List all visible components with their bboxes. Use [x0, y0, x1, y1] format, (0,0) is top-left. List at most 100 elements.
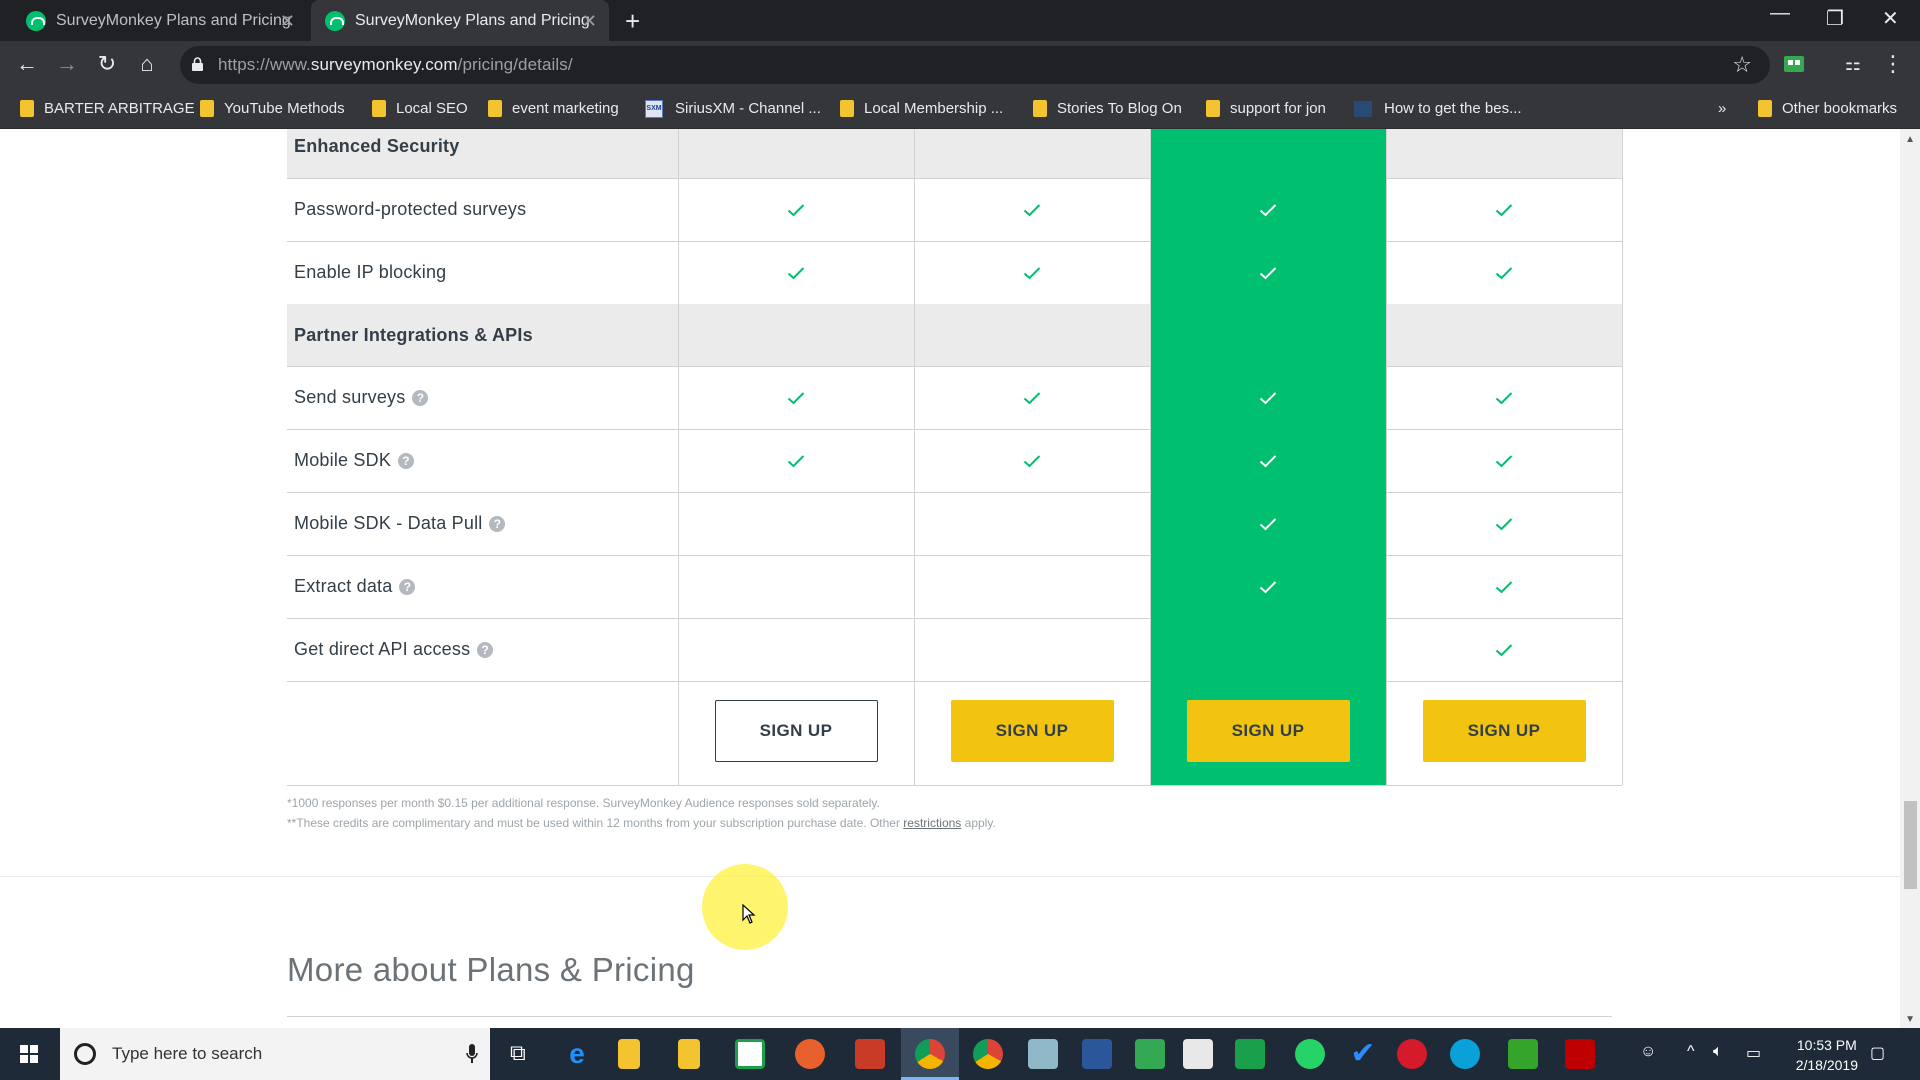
bookmark-item[interactable]: Local Membership ... — [840, 88, 1003, 129]
powerpoint-icon[interactable] — [855, 1039, 885, 1069]
other-bookmarks[interactable]: Other bookmarks — [1758, 88, 1897, 129]
plan-cell — [678, 129, 914, 178]
restrictions-link[interactable]: restrictions — [903, 816, 961, 830]
forward-icon[interactable]: → — [52, 49, 82, 79]
checkmark-icon — [1259, 391, 1277, 404]
scroll-up-icon[interactable]: ▲ — [1905, 134, 1915, 145]
skype-icon[interactable] — [1450, 1039, 1480, 1069]
reload-icon[interactable]: ↻ — [92, 49, 122, 79]
help-icon[interactable]: ? — [489, 515, 506, 532]
bookmark-star-icon[interactable]: ☆ — [1732, 52, 1752, 78]
bookmark-item[interactable]: SXM SiriusXM - Channel ... — [645, 88, 821, 129]
page-scrollbar[interactable]: ▲ ▼ — [1900, 129, 1920, 1028]
browser-tab[interactable]: SurveyMonkey Plans and Pricing ✕ — [12, 0, 307, 41]
checkmark-icon — [787, 454, 805, 467]
plan-cell — [1150, 241, 1386, 304]
folder-app-icon[interactable] — [678, 1039, 700, 1069]
firefox-icon[interactable] — [795, 1039, 825, 1069]
chrome-icon[interactable] — [915, 1039, 945, 1069]
folder-icon — [20, 100, 34, 117]
tray-chevron-icon[interactable]: ^ — [1687, 1043, 1695, 1061]
table-row: Mobile SDK? — [287, 429, 1622, 492]
filezilla-icon[interactable] — [1565, 1039, 1595, 1069]
folder-icon — [200, 100, 214, 117]
plan-cell — [678, 618, 914, 681]
system-clock[interactable]: 10:53 PM 2/18/2019 — [1796, 1035, 1858, 1075]
checkmark-icon — [1495, 643, 1513, 656]
green-app-icon[interactable] — [1135, 1039, 1165, 1069]
new-tab-button[interactable]: + — [625, 6, 640, 37]
column-divider — [1386, 129, 1387, 785]
home-icon[interactable]: ⌂ — [132, 49, 162, 79]
window-close-icon[interactable]: ✕ — [1882, 6, 1899, 31]
plan-cell — [678, 241, 914, 304]
edge-icon[interactable]: e — [562, 1039, 592, 1069]
chrome-icon[interactable] — [973, 1039, 1003, 1069]
signup-button[interactable]: SIGN UP — [1422, 700, 1586, 762]
plan-cell — [1150, 178, 1386, 241]
dreamweaver-icon[interactable] — [1508, 1039, 1538, 1069]
tab-close-icon[interactable]: ✕ — [582, 11, 597, 32]
bookmark-item[interactable]: YouTube Methods — [200, 88, 345, 129]
word-icon[interactable] — [1082, 1039, 1112, 1069]
todo-check-icon[interactable]: ✔ — [1348, 1039, 1378, 1069]
camtasia-icon[interactable] — [735, 1039, 765, 1069]
whatsapp-icon[interactable] — [1295, 1039, 1325, 1069]
table-row: Send surveys? — [287, 366, 1622, 429]
help-icon[interactable]: ? — [398, 452, 415, 469]
scrollbar-thumb[interactable] — [1904, 801, 1917, 889]
checkmark-icon — [1495, 580, 1513, 593]
microphone-icon[interactable] — [466, 1044, 478, 1064]
folder-icon — [372, 100, 386, 117]
taskbar-search-input[interactable]: Type here to search — [60, 1028, 490, 1080]
help-icon[interactable]: ? — [477, 641, 494, 658]
plan-cell — [678, 304, 914, 366]
file-explorer-icon[interactable] — [618, 1039, 640, 1069]
extension-icon[interactable] — [1783, 53, 1805, 75]
windows-start-icon[interactable] — [0, 1028, 58, 1080]
action-center-icon[interactable]: ▢ — [1870, 1043, 1885, 1063]
camtasia-icon[interactable] — [1235, 1039, 1265, 1069]
volume-icon[interactable]: 🔈︎ — [1713, 1043, 1723, 1061]
taskbar-search-placeholder: Type here to search — [112, 1044, 263, 1063]
task-view-icon[interactable]: ⧉ — [510, 1040, 526, 1066]
column-divider — [914, 129, 915, 785]
footnote-responses: *1000 responses per month $0.15 per addi… — [287, 796, 880, 810]
bookmark-item[interactable]: Stories To Blog On — [1033, 88, 1182, 129]
bookmarks-overflow-button[interactable]: » — [1718, 88, 1726, 129]
feature-label: Get direct API access? — [287, 618, 678, 681]
bookmark-item[interactable]: How to get the bes... — [1354, 88, 1522, 129]
minimize-icon[interactable]: — — [1770, 2, 1790, 25]
bookmark-item[interactable]: event marketing — [488, 88, 619, 129]
scroll-down-icon[interactable]: ▼ — [1905, 1014, 1915, 1025]
address-bar[interactable]: https://www.surveymonkey.com/pricing/det… — [180, 46, 1770, 84]
bookmark-item[interactable]: BARTER ARBITRAGE — [20, 88, 195, 129]
plan-cell — [1386, 129, 1622, 178]
opera-icon[interactable] — [1397, 1039, 1427, 1069]
notepad-icon[interactable] — [1028, 1039, 1058, 1069]
signup-button[interactable]: SIGN UP — [1186, 700, 1350, 762]
tab-close-icon[interactable]: ✕ — [280, 11, 295, 32]
feature-label-text: Send surveys — [294, 387, 406, 407]
pricing-footnotes: *1000 responses per month $0.15 per addi… — [287, 793, 996, 833]
plan-cell — [678, 178, 914, 241]
plan-cell — [1386, 429, 1622, 492]
more-about-plans-heading: More about Plans & Pricing — [287, 951, 695, 988]
signup-button[interactable]: SIGN UP — [950, 700, 1114, 762]
table-bottom-border — [287, 785, 1622, 786]
calculator-icon[interactable] — [1183, 1039, 1213, 1069]
chrome-menu-icon[interactable]: ⋮ — [1878, 49, 1908, 79]
extension-menu-icon[interactable]: ⚏ — [1838, 49, 1868, 79]
help-icon[interactable]: ? — [412, 389, 429, 406]
page-viewport: Enhanced Security Password-protected surv… — [0, 129, 1920, 1028]
bookmark-item[interactable]: Local SEO — [372, 88, 468, 129]
browser-tab-active[interactable]: SurveyMonkey Plans and Pricing ✕ — [311, 0, 609, 41]
bookmark-item[interactable]: support for jon — [1206, 88, 1326, 129]
help-icon[interactable]: ? — [399, 578, 416, 595]
column-divider — [1622, 129, 1623, 785]
back-icon[interactable]: ← — [12, 49, 42, 79]
restore-icon[interactable]: ❐ — [1826, 6, 1844, 31]
network-icon[interactable]: ▭ — [1746, 1043, 1761, 1063]
people-icon[interactable]: ☺ — [1640, 1043, 1656, 1061]
signup-button[interactable]: SIGN UP — [714, 700, 878, 762]
